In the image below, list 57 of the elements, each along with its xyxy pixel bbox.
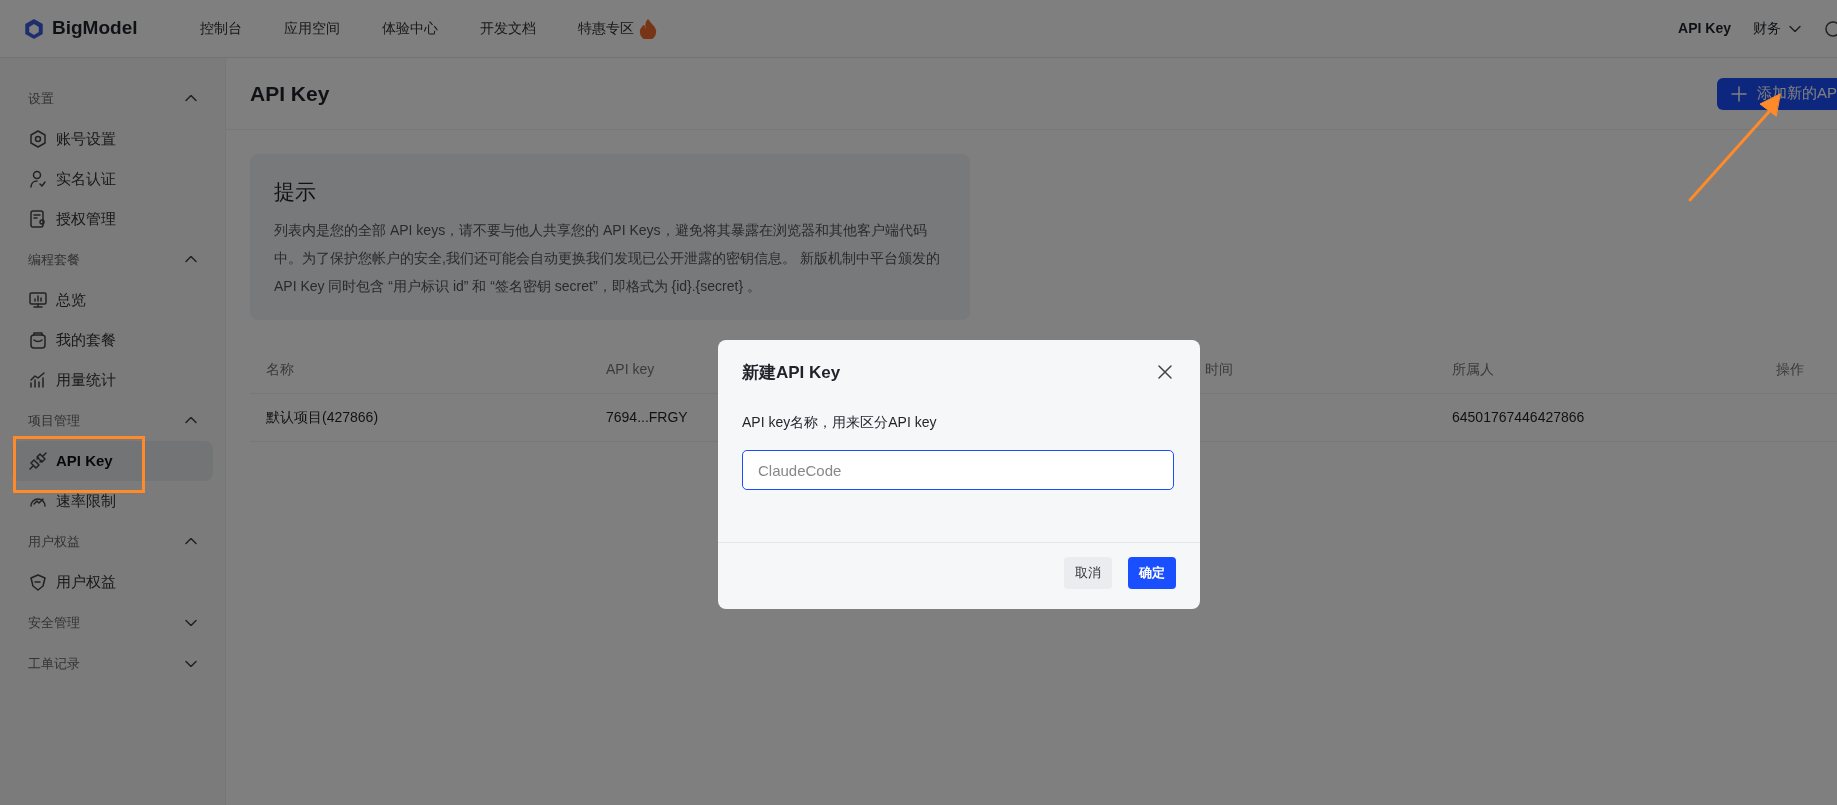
group-title: 编程套餐: [28, 250, 80, 269]
dialog-title: 新建API Key: [742, 362, 841, 384]
bag-icon: [28, 330, 48, 350]
logo-text: BigModel: [52, 16, 138, 41]
nav-link[interactable]: 特惠专区: [577, 18, 634, 39]
monitor-icon: [28, 290, 48, 310]
table-cell: 默认项目(427866): [266, 408, 379, 425]
page-title: API Key: [250, 80, 330, 107]
sidebar-item[interactable]: 用户权益: [12, 562, 213, 602]
sidebar-item[interactable]: 总览: [12, 280, 213, 320]
column-header: 时间: [1205, 360, 1233, 377]
column-header: 操作: [1776, 360, 1804, 377]
table-cell: 64501767446427866: [1452, 408, 1585, 425]
hexagon-icon: [28, 129, 48, 149]
document-icon: [28, 209, 48, 229]
sidebar-item[interactable]: 用量统计: [12, 360, 213, 400]
sidebar-item[interactable]: 我的套餐: [12, 320, 213, 360]
group-title: 工单记录: [28, 654, 80, 673]
column-header: 名称: [266, 360, 294, 377]
chevron-down-icon: [1789, 25, 1801, 32]
sidebar-item[interactable]: API Key: [12, 441, 213, 481]
sidebar-group-header[interactable]: 编程套餐: [12, 239, 213, 280]
group-title: 设置: [28, 89, 54, 108]
nav-link[interactable]: 应用空间: [283, 18, 340, 39]
user-icon: [28, 169, 48, 189]
field-label: API key名称，用来区分API key: [741, 413, 938, 432]
sidebar-item[interactable]: 速率限制: [12, 481, 213, 521]
table-cell: 7694...FRGY: [606, 408, 688, 425]
sidebar-item[interactable]: 实名认证: [12, 159, 213, 199]
shield-icon: [28, 572, 48, 592]
nav-link[interactable]: 控制台: [199, 18, 242, 39]
logo-icon: [24, 18, 44, 39]
sidebar-item[interactable]: 授权管理: [12, 199, 213, 239]
cancel-button[interactable]: 取消: [1064, 557, 1112, 589]
confirm-button[interactable]: 确定: [1128, 557, 1176, 589]
sidebar-group-header[interactable]: 安全管理: [12, 602, 213, 643]
group-title: 项目管理: [28, 411, 80, 430]
sidebar-item[interactable]: 账号设置: [12, 119, 213, 159]
column-header: API key: [606, 360, 655, 377]
notice-title: 提示: [274, 179, 317, 205]
plug-icon: [28, 451, 48, 471]
nav-link[interactable]: 体验中心: [381, 18, 438, 39]
finance-menu[interactable]: 财务: [1753, 18, 1781, 39]
group-title: 安全管理: [28, 613, 80, 632]
nav-link[interactable]: 开发文档: [479, 18, 536, 39]
api-key-link[interactable]: API Key: [1678, 18, 1731, 39]
column-header: 所属人: [1452, 360, 1494, 377]
sidebar-group-header[interactable]: 工单记录: [12, 643, 213, 684]
flame-icon: [637, 18, 658, 39]
sidebar-group-header[interactable]: 项目管理: [12, 400, 213, 441]
sidebar-group-header[interactable]: 设置: [12, 78, 213, 119]
notice-text: 列表内是您的全部 API keys，请不要与他人共享您的 API Keys，避免将其暴露在浏览器和其他客户端代码中。为了保护您帐户的安全,我们还可能会自动更换我们发现已公开泄露的密钥信息。 新版机制中平台颁发的 API Key 同时包含 “用户标识 id” 和 “签名密钥 secret”，即格式为 {id}.{secret} 。: [274, 220, 941, 296]
chart-icon: [28, 370, 48, 390]
sidebar-group-header[interactable]: 用户权益: [12, 521, 213, 562]
plus-icon: [1729, 83, 1749, 104]
name-input[interactable]: ClaudeCode: [742, 450, 1174, 490]
group-title: 用户权益: [28, 532, 80, 551]
